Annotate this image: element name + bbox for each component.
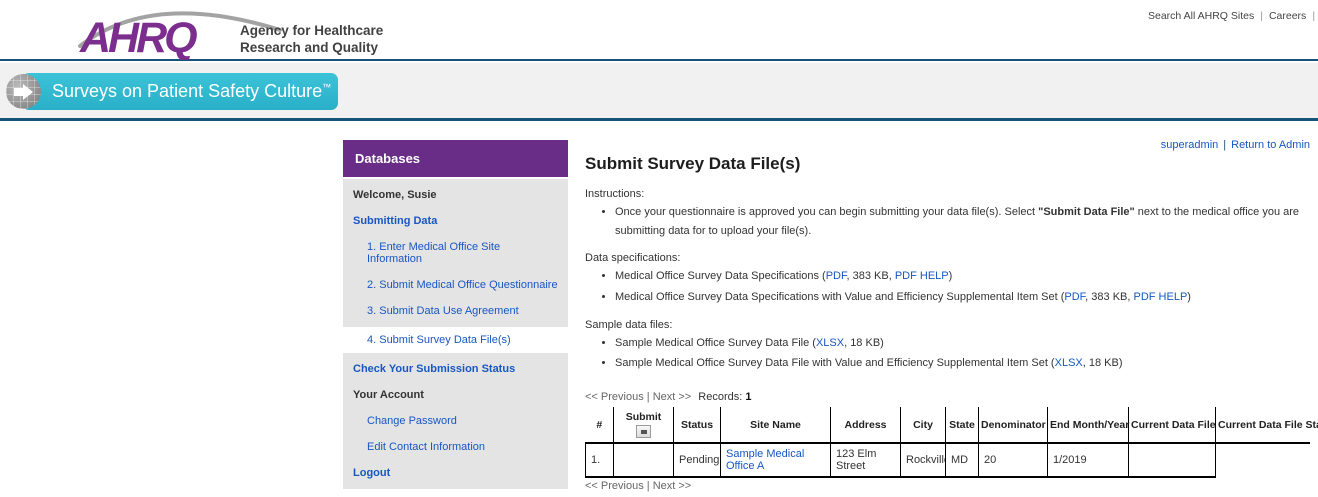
pager-separator: | xyxy=(647,391,650,403)
cell-current-data-file xyxy=(1129,443,1216,477)
instructions-bullet: Once your questionnaire is approved you … xyxy=(615,203,1313,240)
inline-link[interactable]: PDF xyxy=(1064,291,1085,303)
col-denominator: Denominator xyxy=(979,407,1048,443)
cell-submit xyxy=(614,443,674,477)
sidebar-item-logout[interactable]: Logout xyxy=(343,460,568,489)
cell-current-data-file-status xyxy=(1216,443,1311,477)
cell-city: Rockville xyxy=(901,443,946,477)
sidebar-heading-your-account: Your Account xyxy=(343,382,568,408)
cell-number: 1. xyxy=(586,443,614,477)
data-specs-label: Data specifications: xyxy=(585,252,1313,264)
sidebar-item-submit-survey-data-files[interactable]: 4. Submit Survey Data File(s) xyxy=(343,327,568,353)
pagination-top: << Previous | Next >> Records: 1 xyxy=(585,391,1313,403)
inline-link[interactable]: PDF HELP xyxy=(1133,291,1187,303)
inline-link[interactable]: XLSX xyxy=(816,337,844,349)
inline-link[interactable]: PDF HELP xyxy=(895,270,949,282)
sidebar-item-check-submission-status[interactable]: Check Your Submission Status xyxy=(343,353,568,382)
sidebar-block-top: Welcome, Susie Submitting Data 1. Enter … xyxy=(343,179,568,327)
sidebar-block-bottom: Check Your Submission Status Your Accoun… xyxy=(343,353,568,489)
ahrq-logo-text: AHRQ xyxy=(79,14,197,60)
previous-link[interactable]: << Previous xyxy=(585,391,644,403)
brand-strip: Surveys on Patient Safety Culture™ xyxy=(0,63,1318,121)
agency-name: Agency for Healthcare Research and Quali… xyxy=(240,22,383,56)
sample-files-list: Sample Medical Office Survey Data File (… xyxy=(585,334,1313,373)
col-site-name: Site Name xyxy=(721,407,831,443)
main-content: Submit Survey Data File(s) Instructions:… xyxy=(585,130,1313,497)
text-segment: , 383 KB, xyxy=(1085,291,1133,303)
cell-status: Pending xyxy=(674,443,721,477)
pagination-bottom: << Previous | Next >> xyxy=(585,480,1313,492)
next-link-bottom[interactable]: Next >> xyxy=(653,480,692,492)
globe-arrow-icon xyxy=(6,74,41,109)
col-city: City xyxy=(901,407,946,443)
cell-end-month-year: 1/2019 xyxy=(1048,443,1129,477)
text-segment: , 383 KB, xyxy=(847,270,895,282)
link-separator: | xyxy=(1260,10,1263,22)
records-table: # Submit Status Site Name Address City S… xyxy=(585,407,1310,478)
sidebar-item-edit-contact-information[interactable]: Edit Contact Information xyxy=(343,434,568,460)
col-submit: Submit xyxy=(614,407,674,443)
site-header: AHRQ Agency for Healthcare Research and … xyxy=(0,0,1318,61)
header-utility-links: Search All AHRQ Sites|Careers|Contact Us xyxy=(1148,10,1318,22)
banner-title: Surveys on Patient Safety Culture™ xyxy=(52,81,331,102)
sidebar-item-change-password[interactable]: Change Password xyxy=(343,408,568,434)
cell-site-name: Sample Medical Office A xyxy=(721,443,831,477)
data-specs-bullet: Medical Office Survey Data Specification… xyxy=(615,267,1313,286)
data-specs-bullet: Medical Office Survey Data Specification… xyxy=(615,288,1313,307)
page-title: Submit Survey Data File(s) xyxy=(585,154,1313,174)
col-current-data-file-status: Current Data File Status xyxy=(1216,407,1311,443)
previous-link-bottom[interactable]: << Previous xyxy=(585,480,644,492)
page: AHRQ Agency for Healthcare Research and … xyxy=(0,0,1318,497)
text-segment: , 18 KB) xyxy=(1083,357,1123,369)
cell-address: 123 Elm Street xyxy=(831,443,901,477)
records-count: Records: 1 xyxy=(698,391,751,403)
text-segment: Sample Medical Office Survey Data File w… xyxy=(615,357,1055,369)
next-link[interactable]: Next >> xyxy=(653,391,692,403)
sidebar-item-submit-questionnaire[interactable]: 2. Submit Medical Office Questionnaire xyxy=(343,272,568,298)
col-number: # xyxy=(586,407,614,443)
text-segment: Medical Office Survey Data Specification… xyxy=(615,291,1064,303)
link-search-all-ahrq-sites[interactable]: Search All AHRQ Sites xyxy=(1148,10,1254,22)
link-separator: | xyxy=(1312,10,1315,22)
sidebar-item-submit-data-use-agreement[interactable]: 3. Submit Data Use Agreement xyxy=(343,298,568,327)
text-segment: , 18 KB) xyxy=(844,337,884,349)
sidebar-nav: Databases Welcome, Susie Submitting Data… xyxy=(343,140,568,489)
text-segment: Once your questionnaire is approved you … xyxy=(615,206,1038,218)
sample-files-bullet: Sample Medical Office Survey Data File (… xyxy=(615,334,1313,353)
col-status: Status xyxy=(674,407,721,443)
submit-sort-icon[interactable] xyxy=(636,425,651,438)
sidebar-header-databases: Databases xyxy=(343,140,568,177)
text-segment: ) xyxy=(1187,291,1191,303)
col-address: Address xyxy=(831,407,901,443)
col-current-data-file: Current Data File xyxy=(1129,407,1216,443)
table-row: 1. Pending Sample Medical Office A 123 E… xyxy=(586,443,1311,477)
text-segment: ) xyxy=(949,270,953,282)
table-header-row: # Submit Status Site Name Address City S… xyxy=(586,407,1311,443)
sidebar-item-submitting-data[interactable]: Submitting Data xyxy=(343,208,568,234)
col-state: State xyxy=(946,407,979,443)
text-segment: "Submit Data File" xyxy=(1038,206,1135,218)
site-name-link[interactable]: Sample Medical Office A xyxy=(726,448,804,472)
sidebar-welcome-text: Welcome, Susie xyxy=(343,179,568,208)
data-specs-list: Medical Office Survey Data Specification… xyxy=(585,267,1313,306)
inline-link[interactable]: XLSX xyxy=(1055,357,1083,369)
col-end-month-year: End Month/Year xyxy=(1048,407,1129,443)
sops-banner: Surveys on Patient Safety Culture™ xyxy=(22,73,338,110)
text-segment: Sample Medical Office Survey Data File ( xyxy=(615,337,816,349)
sample-files-label: Sample data files: xyxy=(585,319,1313,331)
pager-separator: | xyxy=(647,480,650,492)
link-careers[interactable]: Careers xyxy=(1269,10,1306,22)
text-segment: Medical Office Survey Data Specification… xyxy=(615,270,826,282)
instructions-list: Once your questionnaire is approved you … xyxy=(585,203,1313,240)
sample-files-bullet: Sample Medical Office Survey Data File w… xyxy=(615,354,1313,373)
cell-state: MD xyxy=(946,443,979,477)
instructions-label: Instructions: xyxy=(585,188,1313,200)
sidebar-item-enter-site-information[interactable]: 1. Enter Medical Office Site Information xyxy=(343,234,568,272)
inline-link[interactable]: PDF xyxy=(826,270,847,282)
cell-denominator: 20 xyxy=(979,443,1048,477)
